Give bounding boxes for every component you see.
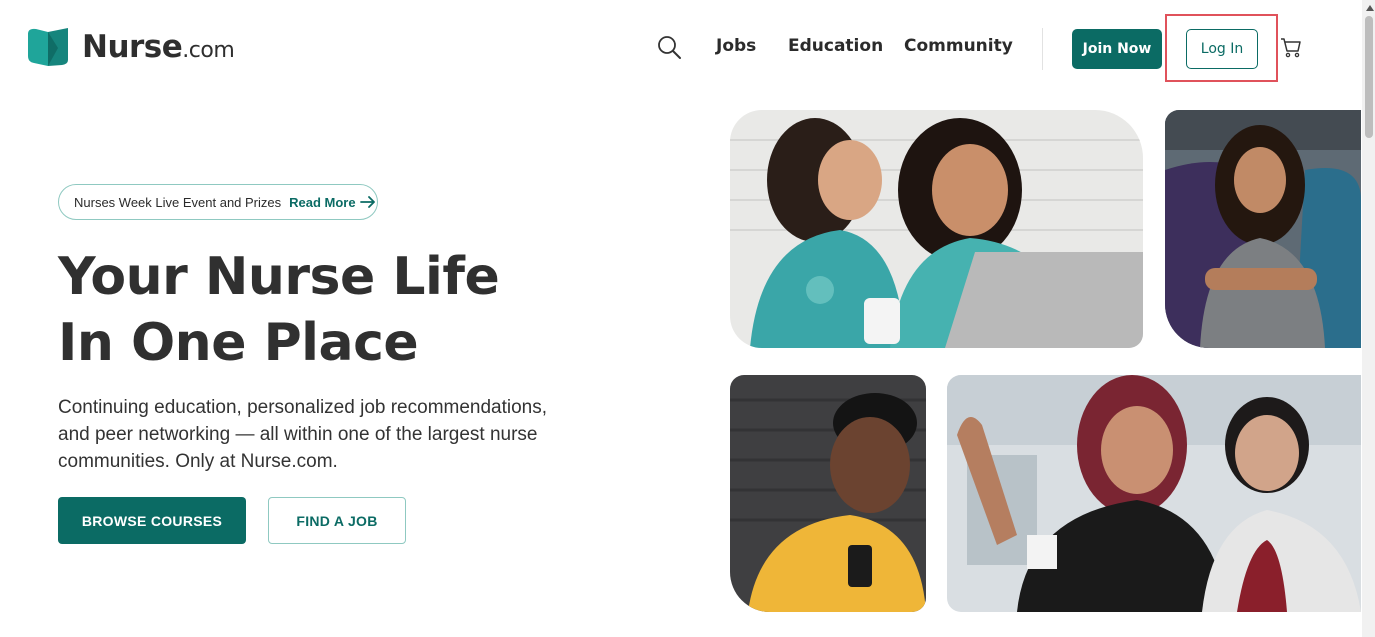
cart-icon[interactable]: [1280, 36, 1302, 58]
nav-jobs[interactable]: Jobs: [716, 36, 756, 56]
arrow-right-icon: [359, 196, 375, 208]
scroll-up-arrow-icon[interactable]: [1366, 5, 1374, 11]
scrollbar-thumb[interactable]: [1365, 16, 1373, 138]
read-more-link[interactable]: Read More: [289, 195, 375, 210]
promo-text: Nurses Week Live Event and Prizes: [74, 194, 282, 210]
nav-education[interactable]: Education: [788, 36, 883, 56]
photo-nurse-arms-crossed: [1165, 110, 1361, 348]
hero-subtitle: Continuing education, personalized job r…: [58, 397, 548, 472]
log-in-button[interactable]: Log In: [1186, 29, 1258, 69]
nav-community[interactable]: Community: [904, 36, 1013, 56]
join-now-button[interactable]: Join Now: [1072, 29, 1162, 69]
photo-two-nurses-laptop: [730, 110, 1143, 348]
find-a-job-button[interactable]: FIND A JOB: [268, 497, 406, 544]
promo-banner[interactable]: Nurses Week Live Event and Prizes Read M…: [58, 184, 378, 220]
logo-icon: [28, 28, 68, 66]
search-icon[interactable]: [656, 34, 682, 60]
browse-courses-button[interactable]: BROWSE COURSES: [58, 497, 246, 544]
site-logo[interactable]: Nurse.com: [28, 28, 235, 66]
nav-divider: [1042, 28, 1043, 70]
photo-two-nurses-celebrating: [947, 375, 1361, 612]
logo-text: Nurse.com: [82, 29, 235, 65]
photo-nurse-with-phone: [730, 375, 926, 612]
hero-title: Your Nurse Life In One Place: [58, 247, 500, 373]
